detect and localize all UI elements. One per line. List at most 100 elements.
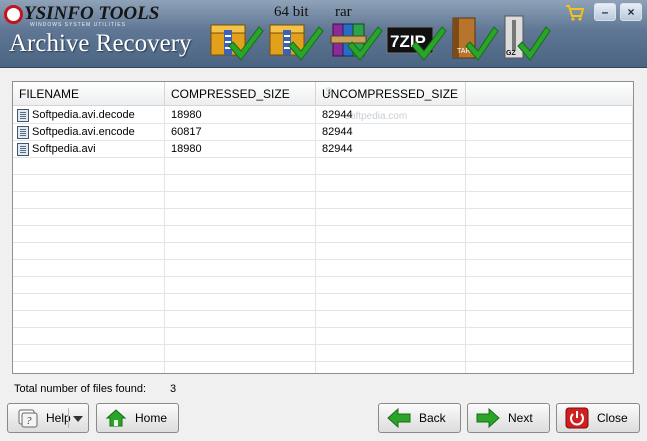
empty-cell xyxy=(13,175,165,191)
empty-cell xyxy=(165,311,316,327)
empty-cell xyxy=(13,260,165,276)
empty-cell xyxy=(165,158,316,174)
back-button[interactable]: Back xyxy=(378,403,461,433)
empty-row xyxy=(13,294,633,311)
empty-cell xyxy=(466,277,633,293)
uncompressed-cell: 82944 xyxy=(316,124,466,140)
file-icon xyxy=(17,125,29,139)
app-title: Archive Recovery xyxy=(9,30,192,57)
empty-row xyxy=(13,311,633,328)
empty-cell xyxy=(316,226,466,242)
empty-cell xyxy=(165,277,316,293)
empty-cell xyxy=(165,328,316,344)
shopping-cart-icon[interactable] xyxy=(565,4,585,22)
minimize-icon: – xyxy=(601,5,609,19)
help-icon: ? xyxy=(18,409,38,428)
empty-cell xyxy=(316,209,466,225)
empty-cell xyxy=(13,328,165,344)
empty-row xyxy=(13,209,633,226)
zip64-format-icon: 64 bit xyxy=(268,4,324,62)
column-filename[interactable]: FILENAME xyxy=(13,82,165,106)
svg-text:?: ? xyxy=(26,415,32,427)
empty-cell xyxy=(466,107,633,123)
empty-cell xyxy=(316,277,466,293)
empty-cell xyxy=(466,260,633,276)
empty-cell xyxy=(466,311,633,327)
empty-cell xyxy=(13,311,165,327)
brand-tagline: WINDOWS SYSTEM UTILITIES xyxy=(30,22,126,28)
table-row[interactable]: Softpedia.avi.decode 18980 82944 xyxy=(13,107,633,124)
empty-cell xyxy=(316,158,466,174)
empty-row xyxy=(13,243,633,260)
empty-cell xyxy=(165,362,316,373)
rar-format-icon: rar xyxy=(330,4,385,62)
close-icon: × xyxy=(627,5,635,19)
window-close-button[interactable]: × xyxy=(620,3,642,21)
column-compressed-size[interactable]: COMPRESSED_SIZE xyxy=(165,82,316,106)
home-icon xyxy=(105,409,127,427)
next-button[interactable]: Next xyxy=(467,403,550,433)
empty-cell xyxy=(13,345,165,361)
table-body: Softpedia.avi.decode 18980 82944 Softped… xyxy=(13,107,633,373)
empty-cell xyxy=(165,260,316,276)
empty-cell xyxy=(316,328,466,344)
empty-cell xyxy=(466,158,633,174)
filename-cell: Softpedia.avi.decode xyxy=(32,109,135,121)
empty-cell xyxy=(466,175,633,191)
empty-cell xyxy=(165,226,316,242)
empty-cell xyxy=(316,345,466,361)
compressed-cell: 60817 xyxy=(165,124,316,140)
empty-cell xyxy=(13,192,165,208)
empty-row xyxy=(13,328,633,345)
empty-cell xyxy=(13,243,165,259)
table-row[interactable]: Softpedia.avi 18980 82944 xyxy=(13,141,633,158)
empty-cell xyxy=(13,209,165,225)
rar-label: rar xyxy=(335,4,352,20)
compressed-cell: 18980 xyxy=(165,141,316,157)
next-label: Next xyxy=(508,411,533,425)
empty-cell xyxy=(165,294,316,310)
file-count: 3 xyxy=(170,383,177,395)
column-uncompressed-size[interactable]: UNCOMPRESSED_SIZE xyxy=(316,82,466,106)
filename-cell: Softpedia.avi xyxy=(32,143,96,155)
empty-cell xyxy=(13,362,165,373)
home-label: Home xyxy=(135,411,168,425)
empty-cell xyxy=(316,311,466,327)
home-button[interactable]: Home xyxy=(96,403,179,433)
compressed-cell: 18980 xyxy=(165,107,316,123)
table-row[interactable]: Softpedia.avi.encode 60817 82944 xyxy=(13,124,633,141)
empty-cell xyxy=(466,226,633,242)
empty-cell xyxy=(13,226,165,242)
watermark: S xyxy=(325,86,333,98)
close-label: Close xyxy=(597,411,628,425)
zip-format-icon xyxy=(209,10,264,62)
file-icon xyxy=(17,142,29,156)
empty-row xyxy=(13,345,633,362)
header-bar: YSINFO TOOLS WINDOWS SYSTEM UTILITIES Ar… xyxy=(0,0,647,68)
empty-cell xyxy=(466,328,633,344)
logo-circle-icon xyxy=(4,4,23,24)
7zip-format-icon: 7ZIP xyxy=(386,10,448,62)
table-header: FILENAME COMPRESSED_SIZE UNCOMPRESSED_SI… xyxy=(13,82,633,106)
filename-cell: Softpedia.avi.encode xyxy=(32,126,135,138)
power-icon xyxy=(565,407,589,429)
empty-row xyxy=(13,277,633,294)
empty-row xyxy=(13,226,633,243)
empty-cell xyxy=(466,124,633,140)
status-label: Total number of files found: xyxy=(14,383,147,395)
empty-cell xyxy=(165,175,316,191)
empty-row xyxy=(13,158,633,175)
main-area: FILENAME COMPRESSED_SIZE UNCOMPRESSED_SI… xyxy=(0,69,647,441)
empty-row xyxy=(13,192,633,209)
chevron-down-icon[interactable] xyxy=(73,416,83,422)
minimize-button[interactable]: – xyxy=(594,3,616,21)
empty-cell xyxy=(466,141,633,157)
uncompressed-cell: 82944 xyxy=(316,141,466,157)
empty-cell xyxy=(316,192,466,208)
file-list-panel: FILENAME COMPRESSED_SIZE UNCOMPRESSED_SI… xyxy=(12,81,634,374)
close-button[interactable]: Close xyxy=(556,403,640,433)
help-button[interactable]: ? Help xyxy=(7,403,89,433)
empty-cell xyxy=(316,260,466,276)
gz-label: GZ xyxy=(506,50,516,57)
file-icon xyxy=(17,108,29,122)
